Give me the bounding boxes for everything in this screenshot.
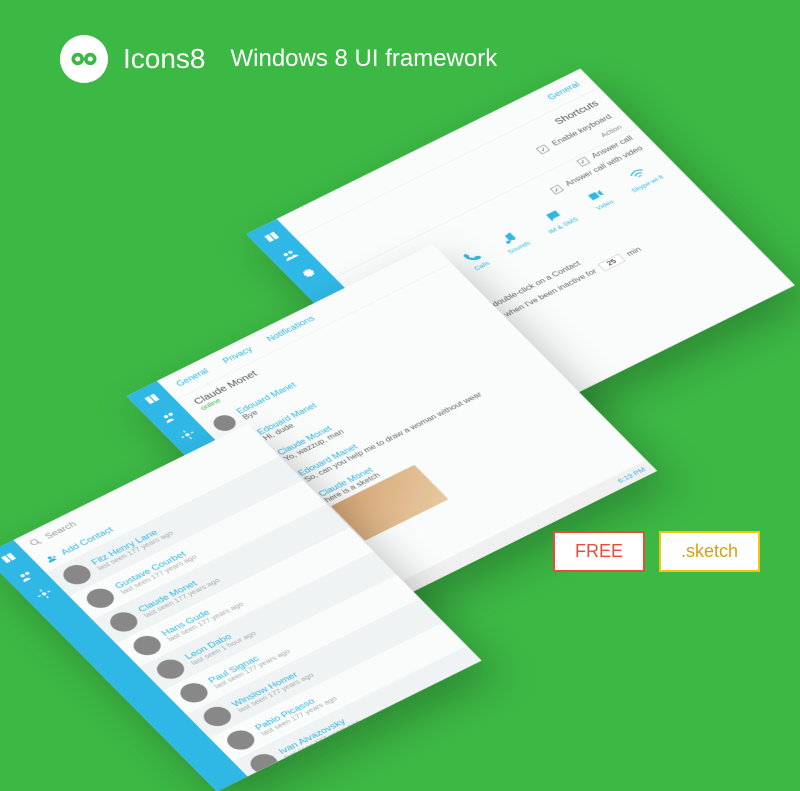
avatar xyxy=(222,727,260,754)
avatar xyxy=(58,561,96,588)
people-icon[interactable] xyxy=(278,247,302,264)
tagline: Windows 8 UI framework xyxy=(231,45,498,73)
video-icon xyxy=(584,187,608,204)
phone-icon xyxy=(461,248,485,265)
gear-icon[interactable] xyxy=(295,264,319,281)
avatar xyxy=(269,774,307,776)
avatar xyxy=(105,609,143,636)
page-header: Icons8 Windows 8 UI framework xyxy=(60,35,497,83)
add-user-icon xyxy=(43,552,60,564)
icon-tab-video[interactable]: Video xyxy=(583,187,615,212)
book-icon[interactable] xyxy=(0,550,21,567)
icon-tab-calls[interactable]: Calls xyxy=(461,248,492,272)
status-time: 6:19 PM xyxy=(616,466,647,484)
tab-notifications[interactable]: Notifications xyxy=(265,314,317,343)
icon-tab-wifi[interactable]: Skype wi-fi xyxy=(618,162,665,194)
free-badge[interactable]: FREE xyxy=(553,531,645,572)
avatar xyxy=(128,632,166,659)
gear-icon[interactable] xyxy=(176,426,200,443)
avatar xyxy=(175,679,213,706)
avatar xyxy=(198,703,236,730)
brand-name: Icons8 xyxy=(123,43,206,75)
icon-tab-sounds[interactable]: Sounds xyxy=(494,228,532,255)
people-icon[interactable] xyxy=(158,409,182,426)
book-icon[interactable] xyxy=(141,391,165,408)
tab-general[interactable]: General xyxy=(174,367,211,389)
sketch-badge[interactable]: .sketch xyxy=(659,531,760,572)
avatar xyxy=(81,585,119,612)
download-badges: FREE .sketch xyxy=(553,531,760,572)
avatar xyxy=(152,656,190,683)
settings-main: General Shortcuts ✓ Enable keyboard Acti… xyxy=(277,69,795,436)
icon-tab-im[interactable]: IM & SMS xyxy=(535,204,580,235)
tab-privacy[interactable]: Privacy xyxy=(220,345,254,365)
avatar xyxy=(245,750,283,776)
book-icon[interactable] xyxy=(260,229,284,246)
people-icon[interactable] xyxy=(15,568,39,585)
search-icon xyxy=(27,536,44,548)
unit-label: min xyxy=(625,246,643,258)
icons8-logo xyxy=(60,35,108,83)
